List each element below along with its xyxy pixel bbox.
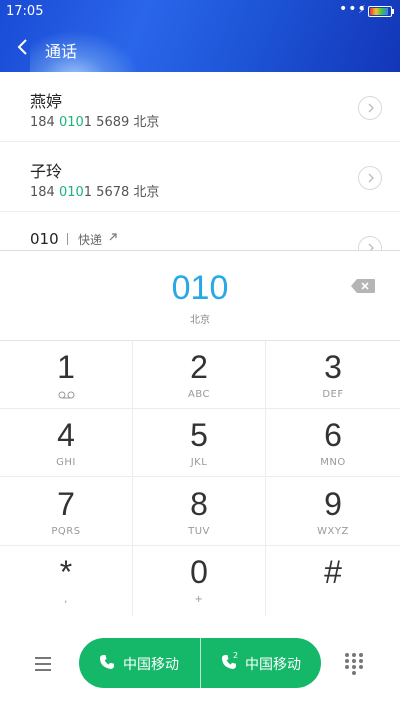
dialpad-icon bbox=[352, 671, 356, 675]
contact-name: 子玲 bbox=[30, 162, 63, 181]
chevron-left-icon bbox=[17, 39, 27, 55]
key-digit: 8 bbox=[190, 486, 208, 522]
back-button[interactable] bbox=[12, 36, 34, 58]
key-letters: GHI bbox=[56, 457, 76, 468]
dialed-number: 010 bbox=[171, 269, 229, 307]
chevron-right-icon bbox=[368, 173, 374, 183]
express-detail-button[interactable] bbox=[358, 236, 382, 250]
contact-location: 北京 bbox=[133, 185, 160, 200]
number-suffix: 1 5689 bbox=[83, 115, 130, 130]
dialpad-toggle-button[interactable] bbox=[345, 653, 365, 675]
call-sim2-button[interactable]: 2 中国移动 bbox=[201, 638, 321, 688]
contact-detail-button[interactable] bbox=[358, 96, 382, 120]
key-letters: DEF bbox=[322, 389, 344, 400]
dialpad-icon bbox=[359, 665, 363, 669]
battery-tip bbox=[392, 9, 394, 14]
battery-icon bbox=[368, 6, 392, 17]
key-8[interactable]: 8 TUV bbox=[133, 478, 266, 546]
backspace-icon bbox=[351, 279, 375, 293]
call-sim1-button[interactable]: 中国移动 bbox=[79, 638, 200, 688]
battery-level bbox=[370, 8, 388, 15]
express-suggestion[interactable]: 010 快递 bbox=[0, 213, 400, 250]
contact-location: 北京 bbox=[133, 115, 160, 130]
dialed-location: 北京 bbox=[190, 315, 210, 326]
contact-number: 184 0101 5689 北京 bbox=[30, 111, 159, 130]
key-letters: JKL bbox=[190, 457, 208, 468]
key-digit: 3 bbox=[324, 349, 342, 385]
key-digit: 5 bbox=[190, 417, 208, 453]
chevron-right-icon bbox=[368, 243, 374, 250]
key-digit: 2 bbox=[190, 349, 208, 385]
dialpad-icon bbox=[359, 653, 363, 657]
keypad: 1 2 ABC 3 DEF 4 GHI 5 JKL 6 MNO 7 PQRS 8… bbox=[0, 341, 400, 616]
charging-icon: ⚡ bbox=[358, 3, 366, 16]
status-time: 17:05 bbox=[6, 4, 44, 19]
dialpad-icon bbox=[352, 665, 356, 669]
backspace-button[interactable] bbox=[350, 278, 376, 294]
key-letters: , bbox=[64, 594, 68, 605]
key-4[interactable]: 4 GHI bbox=[0, 409, 133, 477]
key-letters: + bbox=[194, 594, 204, 605]
dialpad-icon bbox=[352, 659, 356, 663]
key-star[interactable]: * , bbox=[0, 546, 133, 616]
dialpad-icon bbox=[345, 665, 349, 669]
dialpad-icon bbox=[352, 653, 356, 657]
key-letters: ABC bbox=[187, 389, 210, 400]
contact-name: 燕婷 bbox=[30, 92, 63, 111]
contact-number: 184 0101 5678 北京 bbox=[30, 181, 159, 200]
key-letters: WXYZ bbox=[317, 526, 349, 537]
contact-item[interactable]: 燕婷 184 0101 5689 北京 bbox=[0, 72, 400, 142]
sim-number: 2 bbox=[233, 651, 239, 660]
divider bbox=[67, 233, 68, 245]
key-digit: 6 bbox=[324, 417, 342, 453]
menu-icon bbox=[35, 663, 51, 665]
menu-icon bbox=[35, 657, 51, 659]
key-2[interactable]: 2 ABC bbox=[133, 341, 266, 409]
bottom-bar: 中国移动 2 中国移动 bbox=[0, 616, 400, 711]
number-prefix: 184 bbox=[30, 115, 59, 130]
express-tag: 快递 bbox=[78, 233, 103, 247]
menu-button[interactable] bbox=[33, 654, 55, 672]
key-digit: 7 bbox=[57, 486, 75, 522]
key-digit: 9 bbox=[324, 486, 342, 522]
key-digit: 1 bbox=[57, 349, 75, 385]
key-letters: MNO bbox=[320, 457, 346, 468]
phone-icon bbox=[100, 655, 114, 669]
chevron-right-icon bbox=[368, 103, 374, 113]
number-match: 010 bbox=[58, 185, 84, 200]
app-header: 17:05 ••• ⚡ 通话 bbox=[0, 0, 400, 72]
dialpad-icon bbox=[345, 659, 349, 663]
key-1[interactable]: 1 bbox=[0, 341, 133, 409]
arrow-up-right-icon bbox=[109, 233, 117, 241]
contact-item[interactable]: 子玲 184 0101 5678 北京 bbox=[0, 142, 400, 212]
number-suffix: 1 5678 bbox=[83, 185, 130, 200]
key-0[interactable]: 0 + bbox=[133, 546, 266, 616]
number-prefix: 184 bbox=[30, 185, 59, 200]
key-digit: 0 bbox=[190, 554, 208, 590]
key-hash[interactable]: # bbox=[266, 546, 400, 616]
dialpad-icon bbox=[359, 659, 363, 663]
call-carrier-label: 中国移动 bbox=[245, 657, 301, 673]
dial-display: 010 北京 bbox=[0, 250, 400, 341]
page-title: 通话 bbox=[45, 42, 78, 61]
dialpad-icon bbox=[345, 653, 349, 657]
key-6[interactable]: 6 MNO bbox=[266, 409, 400, 477]
status-bar: 17:05 ••• ⚡ bbox=[0, 0, 400, 24]
menu-icon bbox=[35, 669, 51, 671]
key-3[interactable]: 3 DEF bbox=[266, 341, 400, 409]
key-letters: TUV bbox=[188, 526, 210, 537]
key-7[interactable]: 7 PQRS bbox=[0, 478, 133, 546]
key-9[interactable]: 9 WXYZ bbox=[266, 478, 400, 546]
key-digit: # bbox=[324, 554, 342, 590]
call-button-group: 中国移动 2 中国移动 bbox=[79, 638, 321, 688]
key-letters: PQRS bbox=[51, 526, 81, 537]
key-digit: 4 bbox=[57, 417, 75, 453]
call-carrier-label: 中国移动 bbox=[123, 657, 179, 673]
key-5[interactable]: 5 JKL bbox=[133, 409, 266, 477]
key-digit: * bbox=[59, 554, 73, 590]
number-match: 010 bbox=[58, 115, 84, 130]
express-number: 010 bbox=[30, 230, 59, 248]
voicemail-icon bbox=[58, 391, 75, 399]
contact-detail-button[interactable] bbox=[358, 166, 382, 190]
